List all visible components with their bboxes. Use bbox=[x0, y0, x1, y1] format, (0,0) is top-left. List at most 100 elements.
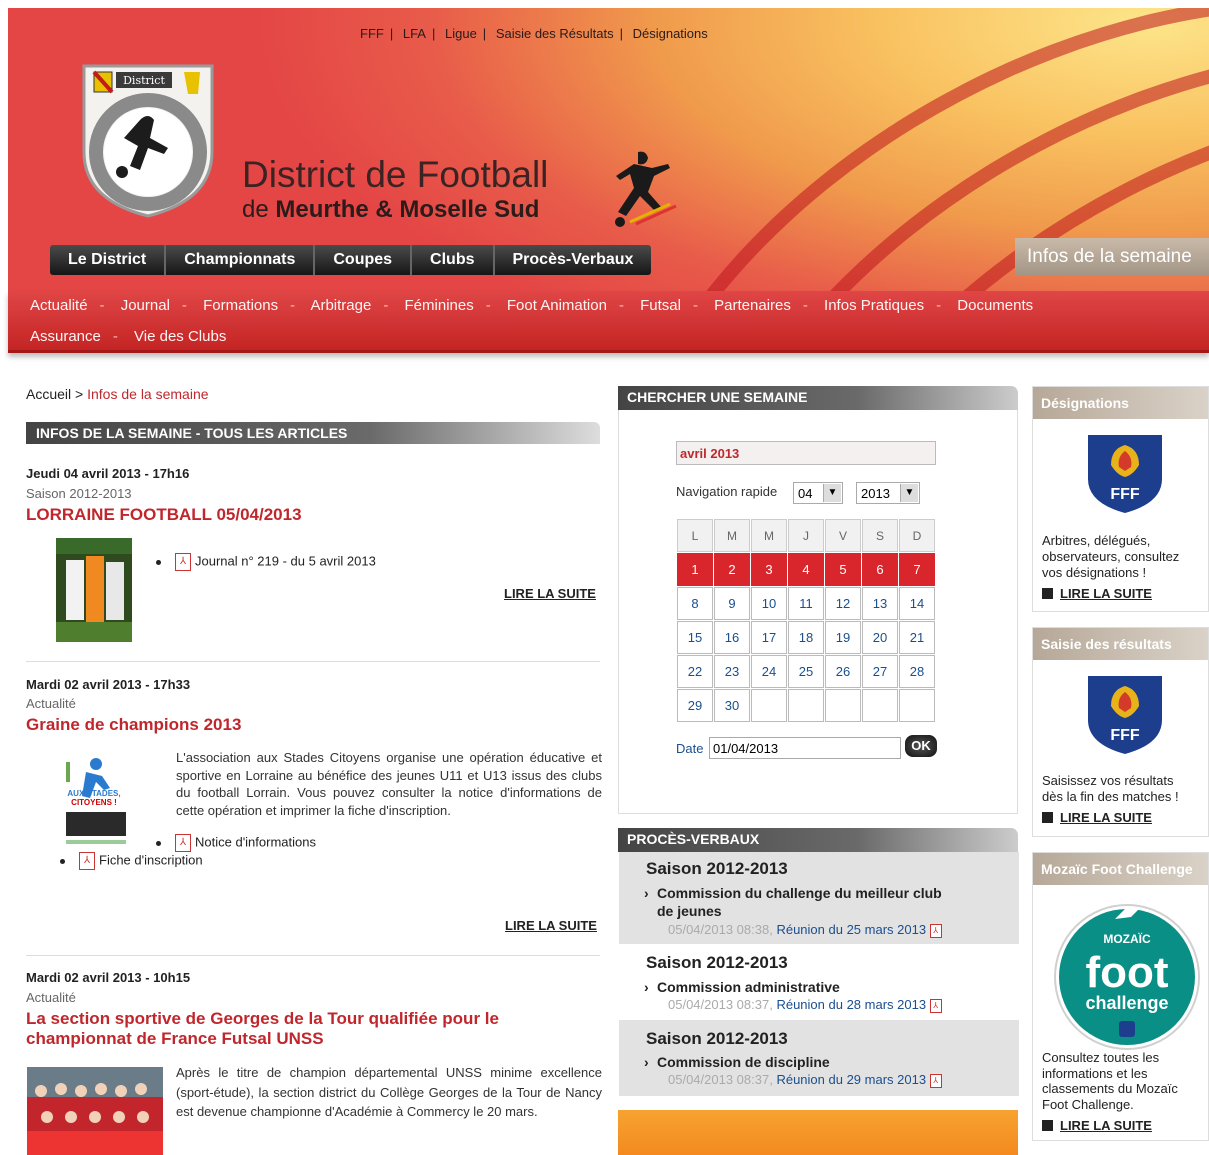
calendar-day-selected[interactable]: 5 bbox=[825, 553, 861, 586]
weekday-header: M bbox=[751, 519, 787, 552]
calendar-day[interactable]: 29 bbox=[677, 689, 713, 722]
calendar-day[interactable]: 10 bbox=[751, 587, 787, 620]
subnav-actualite[interactable]: Actualité bbox=[30, 297, 88, 314]
weekday-header: L bbox=[677, 519, 713, 552]
article-title[interactable]: LORRAINE FOOTBALL 05/04/2013 bbox=[26, 505, 302, 525]
calendar-day[interactable]: 26 bbox=[825, 655, 861, 688]
calendar-day[interactable]: 28 bbox=[899, 655, 935, 688]
calendar-day-selected[interactable]: 4 bbox=[788, 553, 824, 586]
nav-proces-verbaux[interactable]: Procès-Verbaux bbox=[495, 245, 652, 275]
infos-semaine-tab[interactable]: Infos de la semaine bbox=[1015, 238, 1209, 276]
team-photo-thumbnail[interactable] bbox=[27, 1067, 163, 1155]
weekday-header: S bbox=[862, 519, 898, 552]
year-select[interactable]: 2013 ▼ bbox=[856, 482, 920, 504]
svg-text:CITOYENS !: CITOYENS ! bbox=[71, 798, 117, 807]
pv-commission[interactable]: Commission de discipline bbox=[644, 1053, 977, 1071]
top-link-designations[interactable]: Désignations bbox=[633, 26, 708, 41]
read-more-link[interactable]: LIRE LA SUITE bbox=[1042, 810, 1152, 825]
subnav-infos-pratiques[interactable]: Infos Pratiques bbox=[824, 297, 924, 314]
calendar-day-selected[interactable]: 7 bbox=[899, 553, 935, 586]
subnav-formations[interactable]: Formations bbox=[203, 297, 278, 314]
sidebar-box-title[interactable]: Saisie des résultats bbox=[1033, 628, 1208, 660]
subnav-foot-animation[interactable]: Foot Animation bbox=[507, 297, 607, 314]
pv-item[interactable]: Saison 2012-2013 Commission du challenge… bbox=[619, 852, 1019, 944]
subnav-assurance[interactable]: Assurance bbox=[30, 328, 101, 345]
ok-button[interactable]: OK bbox=[905, 735, 937, 757]
pv-meta[interactable]: 05/04/2013 08:37, Réunion du 29 mars 201… bbox=[668, 1072, 946, 1088]
calendar-day[interactable]: 12 bbox=[825, 587, 861, 620]
subnav-partenaires[interactable]: Partenaires bbox=[714, 297, 791, 314]
read-more-link[interactable]: LIRE LA SUITE bbox=[1042, 1118, 1152, 1133]
calendar-day-empty bbox=[751, 689, 787, 722]
graine-de-champions-thumbnail[interactable]: AUX STADES, CITOYENS ! bbox=[60, 748, 130, 848]
calendar-day[interactable]: 14 bbox=[899, 587, 935, 620]
promo-banner[interactable] bbox=[618, 1110, 1018, 1155]
pv-item[interactable]: Saison 2012-2013 Commission de disciplin… bbox=[619, 1020, 1019, 1096]
site-subtitle: de Meurthe & Moselle Sud bbox=[242, 196, 540, 223]
nav-coupes[interactable]: Coupes bbox=[315, 245, 413, 275]
calendar-day[interactable]: 19 bbox=[825, 621, 861, 654]
top-link-saisie[interactable]: Saisie des Résultats bbox=[496, 26, 614, 41]
calendar-day[interactable]: 30 bbox=[714, 689, 750, 722]
calendar-day[interactable]: 13 bbox=[862, 587, 898, 620]
weekday-header: V bbox=[825, 519, 861, 552]
subnav-arbitrage[interactable]: Arbitrage bbox=[310, 297, 371, 314]
calendar-day[interactable]: 21 bbox=[899, 621, 935, 654]
calendar-day[interactable]: 17 bbox=[751, 621, 787, 654]
chevron-down-icon: ▼ bbox=[823, 484, 841, 502]
pv-item[interactable]: Saison 2012-2013 Commission administrati… bbox=[619, 944, 1019, 1020]
square-bullet-icon bbox=[1042, 1120, 1053, 1131]
fff-logo-icon[interactable]: FFF bbox=[1080, 431, 1170, 515]
read-more-link[interactable]: LIRE LA SUITE bbox=[505, 918, 597, 933]
calendar-day[interactable]: 8 bbox=[677, 587, 713, 620]
subnav-feminines[interactable]: Féminines bbox=[405, 297, 474, 314]
read-more-link[interactable]: LIRE LA SUITE bbox=[1042, 586, 1152, 601]
pv-commission[interactable]: Commission administrative bbox=[644, 978, 977, 996]
calendar-day[interactable]: 15 bbox=[677, 621, 713, 654]
subnav-vie-des-clubs[interactable]: Vie des Clubs bbox=[134, 328, 226, 345]
attachment-item[interactable]: ⅄ Fiche d'inscription bbox=[60, 852, 203, 870]
sidebar-box-title[interactable]: Mozaïc Foot Challenge bbox=[1033, 853, 1208, 885]
pv-commission[interactable]: Commission du challenge du meilleur club… bbox=[644, 884, 977, 920]
calendar-day[interactable]: 22 bbox=[677, 655, 713, 688]
district-crest-logo[interactable]: District bbox=[80, 60, 216, 220]
sidebar-box-saisie-resultats: Saisie des résultats FFF Saisissez vos r… bbox=[1032, 627, 1209, 837]
pv-meta[interactable]: 05/04/2013 08:37, Réunion du 28 mars 201… bbox=[668, 997, 946, 1013]
journal-cover-thumbnail[interactable] bbox=[56, 538, 132, 642]
pv-header: PROCÈS-VERBAUX bbox=[618, 828, 1018, 852]
top-link-fff[interactable]: FFF bbox=[360, 26, 384, 41]
calendar-day[interactable]: 18 bbox=[788, 621, 824, 654]
top-link-ligue[interactable]: Ligue bbox=[445, 26, 477, 41]
breadcrumb-home[interactable]: Accueil bbox=[26, 386, 71, 402]
calendar-day[interactable]: 24 bbox=[751, 655, 787, 688]
month-select[interactable]: 04 ▼ bbox=[793, 482, 843, 504]
attachment-item[interactable]: ⅄ Journal n° 219 - du 5 avril 2013 bbox=[156, 553, 376, 571]
subnav-journal[interactable]: Journal bbox=[121, 297, 170, 314]
calendar-day[interactable]: 9 bbox=[714, 587, 750, 620]
date-input[interactable] bbox=[709, 737, 901, 759]
calendar-day[interactable]: 23 bbox=[714, 655, 750, 688]
subnav-futsal[interactable]: Futsal bbox=[640, 297, 681, 314]
calendar-day-selected[interactable]: 3 bbox=[751, 553, 787, 586]
attachment-item[interactable]: ⅄ Notice d'informations bbox=[156, 834, 316, 852]
calendar-day-selected[interactable]: 2 bbox=[714, 553, 750, 586]
subnav-documents[interactable]: Documents bbox=[957, 297, 1033, 314]
nav-clubs[interactable]: Clubs bbox=[412, 245, 495, 275]
nav-le-district[interactable]: Le District bbox=[50, 245, 167, 275]
mozaic-foot-challenge-logo[interactable]: MOZAÏC foot challenge bbox=[1053, 895, 1201, 1055]
pv-meta[interactable]: 05/04/2013 08:38, Réunion du 25 mars 201… bbox=[668, 922, 946, 938]
article-title[interactable]: Graine de champions 2013 bbox=[26, 715, 241, 735]
read-more-link[interactable]: LIRE LA SUITE bbox=[504, 586, 596, 601]
calendar-day[interactable]: 25 bbox=[788, 655, 824, 688]
nav-championnats[interactable]: Championnats bbox=[166, 245, 316, 275]
top-link-lfa[interactable]: LFA bbox=[403, 26, 426, 41]
calendar-day-selected[interactable]: 1 bbox=[677, 553, 713, 586]
calendar-day[interactable]: 11 bbox=[788, 587, 824, 620]
article-title[interactable]: La section sportive de Georges de la Tou… bbox=[26, 1009, 499, 1049]
calendar-day-selected[interactable]: 6 bbox=[862, 553, 898, 586]
calendar-day[interactable]: 16 bbox=[714, 621, 750, 654]
fff-logo-icon[interactable]: FFF bbox=[1080, 672, 1170, 756]
sidebar-box-title[interactable]: Désignations bbox=[1033, 387, 1208, 419]
calendar-day[interactable]: 27 bbox=[862, 655, 898, 688]
calendar-day[interactable]: 20 bbox=[862, 621, 898, 654]
